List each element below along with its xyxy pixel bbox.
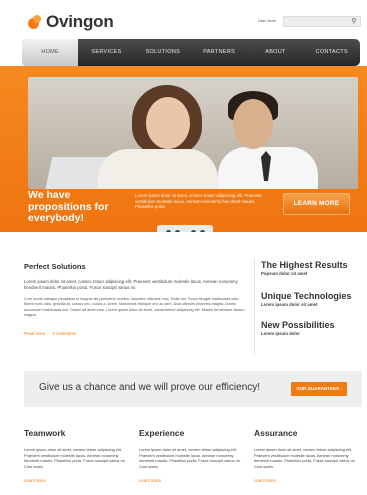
hero-photo [28,77,358,189]
nav-item-partners[interactable]: PARTNERS [191,39,247,66]
feature-title: Assurance [254,428,298,438]
feature-text: Lorem ipsum dolor sit amet, consec tetue… [24,447,126,469]
side-item-title[interactable]: Unique Technologies [261,291,351,301]
our-guarantees-button[interactable]: OUR GUARANTEES › [291,382,347,396]
search-input[interactable]: ⚲ [283,16,361,27]
perfect-solutions-body: Cum sociis natoque penatibus et magnis d… [24,297,245,317]
feature-text: Lorem ipsum dolor sit amet, consec tetue… [139,447,241,469]
feature-column-experience: Experience Lorem ipsum dolor sit amet, c… [139,428,247,483]
side-item-highest-results: The Highest Results Popsum dolor sit ame… [261,260,348,276]
nav-item-contacts[interactable]: CONTACTS [304,39,360,66]
hero-text: Lorem ipsum dolor sit amet, consec tetue… [135,193,262,210]
perfect-solutions-intro: Lorem ipsum dolor sit amet, consec tetue… [24,279,238,290]
feature-column-teamwork: Teamwork Lorem ipsum dolor sit amet, con… [24,428,132,483]
hero-banner: We have propositions for everybody! Lore… [0,66,367,232]
side-item-title[interactable]: New Possibilities [261,320,335,330]
comments-link[interactable]: 0 comments [52,331,75,336]
feature-title: Experience [139,428,185,438]
side-item-subtitle: Lorem ipsum dolor sit amet [261,302,318,307]
nav-item-services[interactable]: SERVICES [78,39,134,66]
learn-more-link[interactable]: Learn More [139,478,161,483]
perfect-solutions-links: Read more 0 comments [24,331,82,336]
user-area-link[interactable]: User Area [258,18,276,23]
efficiency-banner: Give us a chance and we will prove our e… [24,371,362,407]
logo-icon [28,15,42,29]
side-item-subtitle: Lorem ipsum dolor [261,331,300,336]
search-icon[interactable]: ⚲ [350,18,358,26]
feature-text: Lorem ipsum dolor sit amet, consec tetue… [254,447,356,469]
nav-item-solutions[interactable]: SOLUTIONS [135,39,191,66]
side-item-subtitle: Popsum dolor sit amet [261,271,308,276]
perfect-solutions-title: Perfect Solutions [24,262,86,271]
logo[interactable]: Ovingon [28,12,114,32]
divider [254,258,255,354]
nav-item-home[interactable]: HOME [22,39,79,66]
main-nav: HOME SERVICES SOLUTIONS PARTNERS ABOUT C… [22,39,360,66]
read-more-link[interactable]: Read more [24,331,45,336]
main-content: Perfect Solutions Lorem ipsum dolor sit … [0,232,367,495]
learn-more-link[interactable]: Learn More [254,478,276,483]
hero-headline: We have propositions for everybody! [28,189,109,224]
feature-title: Teamwork [24,428,66,438]
site-header: Ovingon User Area ⚲ [0,0,367,40]
nav-item-about[interactable]: ABOUT [247,39,303,66]
side-item-new-possibilities: New Possibilities Lorem ipsum dolor [261,320,335,336]
banner-text: Give us a chance and we will prove our e… [39,382,261,393]
feature-column-assurance: Assurance Lorem ipsum dolor sit amet, co… [254,428,362,483]
side-item-title[interactable]: The Highest Results [261,260,348,270]
side-item-unique-technologies: Unique Technologies Lorem ipsum dolor si… [261,291,351,307]
logo-text: Ovingon [46,12,114,31]
learn-more-link[interactable]: Learn More [24,478,46,483]
learn-more-button[interactable]: LEARN MORE [283,193,350,215]
